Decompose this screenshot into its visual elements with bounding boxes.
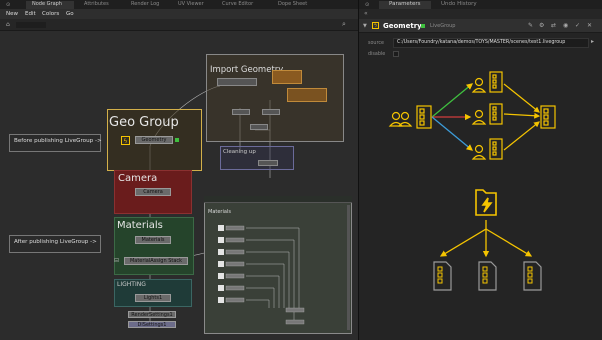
node-graph-pane: ⊙ Node Graph Attributes Render Log UV Vi… xyxy=(0,0,358,340)
camera-node[interactable]: Camera xyxy=(135,188,171,196)
cleanup-node[interactable] xyxy=(258,160,278,166)
livegroup-folder-icon xyxy=(475,189,497,216)
cleaning-up-title: Cleaning up xyxy=(223,149,256,155)
tab-undo-history[interactable]: Undo History xyxy=(441,1,477,7)
tab-parameters[interactable]: Parameters xyxy=(379,1,431,9)
collapse-triangle-icon[interactable]: ▼ xyxy=(363,23,367,29)
import-node-5[interactable] xyxy=(262,109,280,115)
source-document-icon xyxy=(416,105,432,129)
livegroup-node-icon: ϟ xyxy=(372,22,379,29)
lights-node[interactable]: Lights1 xyxy=(135,294,171,302)
materials-node[interactable]: Materials xyxy=(135,236,171,244)
livegroup-icon: ϟ xyxy=(121,136,130,145)
material-assign-stack-node[interactable]: MaterialAssign Stack xyxy=(124,257,188,265)
import-node-1[interactable] xyxy=(217,78,257,86)
import-node-2[interactable] xyxy=(272,70,302,84)
node-status-icon xyxy=(175,138,179,142)
source-path-field[interactable]: C:/Users/Foundry/katana/demos/TOYS/MASTE… xyxy=(393,38,589,48)
expand-icon[interactable]: ⊟ xyxy=(114,257,119,264)
lighting-title: LIGHTING xyxy=(117,281,146,288)
users-group-icon xyxy=(388,111,413,127)
annotation-before-publishing: Before publishing LiveGroup -> xyxy=(9,134,102,152)
disable-label: disable xyxy=(368,52,386,57)
node-status-square xyxy=(421,24,425,28)
annotation-after-publishing: After publishing LiveGroup -> xyxy=(9,235,101,253)
import-node-4[interactable] xyxy=(232,109,250,115)
import-node-6[interactable] xyxy=(250,124,268,130)
user-doc-icon-middle xyxy=(471,103,503,125)
inset-scrollbar[interactable] xyxy=(347,205,350,330)
dl-settings-node[interactable]: DlSettings1 xyxy=(128,321,176,328)
inset-node-graph xyxy=(218,225,305,325)
back-arrow-icon[interactable]: « xyxy=(364,10,368,17)
geo-group-title: Geo Group xyxy=(109,115,179,130)
right-toolbar xyxy=(359,9,602,19)
render-settings-node[interactable]: RenderSettings1 xyxy=(128,311,176,318)
node-type-label: LiveGroup xyxy=(430,23,456,29)
source-menu-arrow-icon[interactable]: ▸ xyxy=(591,38,594,45)
node-name-label[interactable]: Geometry xyxy=(383,22,422,30)
right-pane-menu-icon[interactable]: ⊙ xyxy=(365,2,369,8)
blue-link xyxy=(431,116,474,151)
camera-title: Camera xyxy=(118,173,158,184)
link-icon[interactable]: ⇄ xyxy=(551,22,556,29)
green-link xyxy=(431,83,474,118)
source-label: source xyxy=(368,41,384,46)
geometry-node[interactable]: Geometry xyxy=(135,136,173,144)
pin-icon[interactable]: ✓ xyxy=(575,22,580,29)
import-node-3[interactable] xyxy=(287,88,327,102)
view-icon[interactable]: ◉ xyxy=(563,22,568,29)
livegroup-illustration xyxy=(388,71,556,291)
gear-icon[interactable]: ⚙ xyxy=(539,22,544,29)
disable-checkbox[interactable] xyxy=(393,51,399,57)
materials-title: Materials xyxy=(117,220,163,231)
merged-document-icon xyxy=(540,105,556,129)
user-doc-icon-bottom xyxy=(471,138,503,160)
edit-icon[interactable]: ✎ xyxy=(528,22,533,29)
user-doc-icon-top xyxy=(471,71,503,93)
close-icon[interactable]: ✕ xyxy=(587,22,592,29)
